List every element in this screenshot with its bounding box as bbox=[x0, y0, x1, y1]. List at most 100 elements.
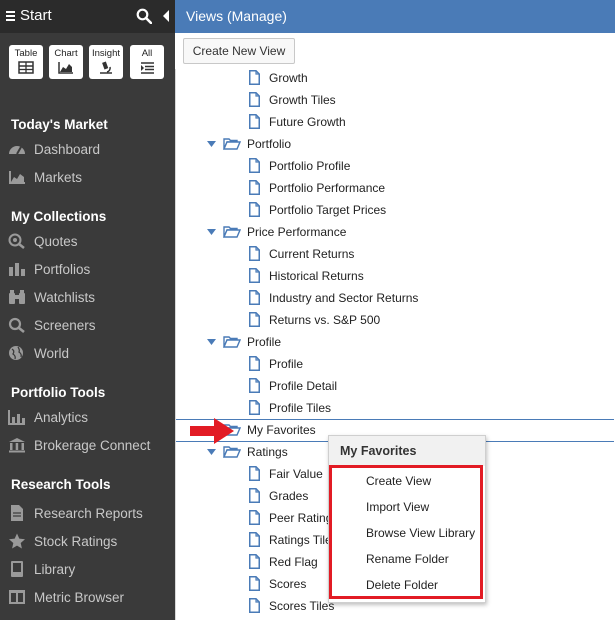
caret-down-icon[interactable] bbox=[207, 339, 216, 345]
star-icon bbox=[9, 533, 25, 549]
tree-item-label: Ratings bbox=[247, 445, 288, 459]
section-research-tools: Research Tools bbox=[11, 477, 111, 492]
globe-icon bbox=[9, 346, 23, 360]
portfolios-icon bbox=[9, 263, 25, 276]
library-icon bbox=[11, 561, 23, 577]
file-icon bbox=[249, 312, 260, 327]
tree-item-label: Portfolio bbox=[247, 137, 292, 151]
insight-icon bbox=[100, 61, 112, 74]
tree-item-label: Price Performance bbox=[247, 225, 347, 239]
file-icon bbox=[249, 202, 260, 217]
red-arrow-annotation bbox=[190, 418, 234, 444]
tree-item-label: Grades bbox=[269, 489, 309, 503]
tree-item-label: Industry and Sector Returns bbox=[269, 291, 419, 305]
sidebar: Start Table Chart Insight All Today's Ma… bbox=[0, 0, 175, 620]
section-portfolio-tools: Portfolio Tools bbox=[11, 385, 106, 400]
collapse-sidebar-icon[interactable] bbox=[161, 9, 171, 23]
context-menu-header: My Favorites bbox=[329, 436, 485, 466]
tree-item-label: Portfolio Profile bbox=[269, 159, 351, 173]
file-icon bbox=[249, 246, 260, 261]
tree-item-label: Red Flag bbox=[269, 555, 318, 569]
nav-stock-ratings[interactable]: Stock Ratings bbox=[8, 531, 173, 553]
tree-item-label: Peer Rating bbox=[269, 511, 333, 525]
file-icon bbox=[249, 576, 260, 591]
tree-item-label: Returns vs. S&P 500 bbox=[269, 313, 381, 327]
file-icon bbox=[249, 180, 260, 195]
section-my-collections: My Collections bbox=[11, 209, 107, 224]
file-icon bbox=[249, 378, 260, 393]
file-icon bbox=[249, 510, 260, 525]
quotes-icon bbox=[8, 233, 25, 249]
chart-icon bbox=[58, 62, 73, 74]
menu-icon[interactable] bbox=[6, 11, 15, 21]
nav-screeners[interactable]: Screeners bbox=[8, 315, 173, 337]
file-icon bbox=[249, 554, 260, 569]
nav-markets[interactable]: Markets bbox=[8, 167, 173, 189]
nav-dashboard[interactable]: Dashboard bbox=[8, 139, 173, 161]
nav-library[interactable]: Library bbox=[8, 559, 173, 581]
tree-item-label: My Favorites bbox=[247, 423, 316, 437]
folder-open-icon bbox=[223, 138, 241, 150]
sidebar-title: Start bbox=[20, 7, 52, 24]
page-title: Views (Manage) bbox=[186, 8, 287, 24]
caret-down-icon[interactable] bbox=[207, 141, 216, 147]
tree-item-label: Profile Tiles bbox=[269, 401, 332, 415]
tree-item-label: Fair Value bbox=[269, 467, 323, 481]
nav-world[interactable]: World bbox=[8, 343, 173, 365]
quick-table-button[interactable]: Table bbox=[9, 45, 43, 79]
context-menu-title: My Favorites bbox=[340, 444, 417, 458]
create-new-view-button[interactable]: Create New View bbox=[183, 38, 295, 64]
tree-item-label: Ratings Tile bbox=[269, 533, 332, 547]
file-icon bbox=[249, 268, 260, 283]
tree-item-label: Future Growth bbox=[269, 115, 346, 129]
tree-item-label: Growth Tiles bbox=[269, 93, 336, 107]
tree-item-label: Profile bbox=[269, 357, 304, 371]
list-icon bbox=[141, 62, 154, 74]
file-icon bbox=[249, 466, 260, 481]
nav-metric-browser[interactable]: Metric Browser bbox=[8, 587, 173, 609]
tree-item-label: Portfolio Performance bbox=[269, 181, 386, 195]
red-highlight-box bbox=[329, 465, 483, 599]
tree-item-label: Scores bbox=[269, 577, 307, 591]
sidebar-header: Start bbox=[0, 0, 175, 33]
file-icon bbox=[249, 598, 260, 613]
tree-item-label: Portfolio Target Prices bbox=[269, 203, 387, 217]
tree-item-label: Profile bbox=[247, 335, 282, 349]
folder-open-icon bbox=[223, 336, 241, 348]
file-icon bbox=[249, 488, 260, 503]
tree-item-label: Historical Returns bbox=[269, 269, 364, 283]
caret-down-icon[interactable] bbox=[207, 449, 216, 455]
nav-brokerage-connect[interactable]: Brokerage Connect bbox=[8, 435, 173, 457]
file-icon bbox=[249, 92, 260, 107]
selection-line-top bbox=[176, 419, 614, 420]
tree-item-label: Current Returns bbox=[269, 247, 355, 261]
nav-watchlists[interactable]: Watchlists bbox=[8, 287, 173, 309]
dashboard-icon bbox=[9, 146, 25, 155]
markets-icon bbox=[9, 171, 25, 184]
analytics-icon bbox=[8, 410, 25, 425]
file-icon bbox=[249, 114, 260, 129]
bank-icon bbox=[9, 438, 25, 453]
file-icon bbox=[249, 356, 260, 371]
file-icon bbox=[249, 532, 260, 547]
folder-open-icon bbox=[223, 226, 241, 238]
nav-portfolios[interactable]: Portfolios bbox=[8, 259, 173, 281]
nav-quotes[interactable]: Quotes bbox=[8, 231, 173, 253]
section-todays-market: Today's Market bbox=[11, 117, 108, 132]
tree-item-label: Growth bbox=[269, 71, 308, 85]
search-icon bbox=[8, 317, 25, 333]
nav-analytics[interactable]: Analytics bbox=[8, 407, 173, 429]
quick-insight-button[interactable]: Insight bbox=[89, 45, 123, 79]
binoculars-icon bbox=[9, 290, 25, 304]
nav-research-reports[interactable]: Research Reports bbox=[8, 503, 173, 525]
file-icon bbox=[249, 400, 260, 415]
browser-icon bbox=[9, 590, 25, 604]
folder-open-icon bbox=[223, 446, 241, 458]
document-icon bbox=[11, 505, 23, 521]
quick-all-button[interactable]: All bbox=[130, 45, 164, 79]
table-icon bbox=[18, 61, 34, 74]
quick-chart-button[interactable]: Chart bbox=[49, 45, 83, 79]
search-icon[interactable] bbox=[136, 8, 152, 24]
file-icon bbox=[249, 158, 260, 173]
caret-down-icon[interactable] bbox=[207, 229, 216, 235]
